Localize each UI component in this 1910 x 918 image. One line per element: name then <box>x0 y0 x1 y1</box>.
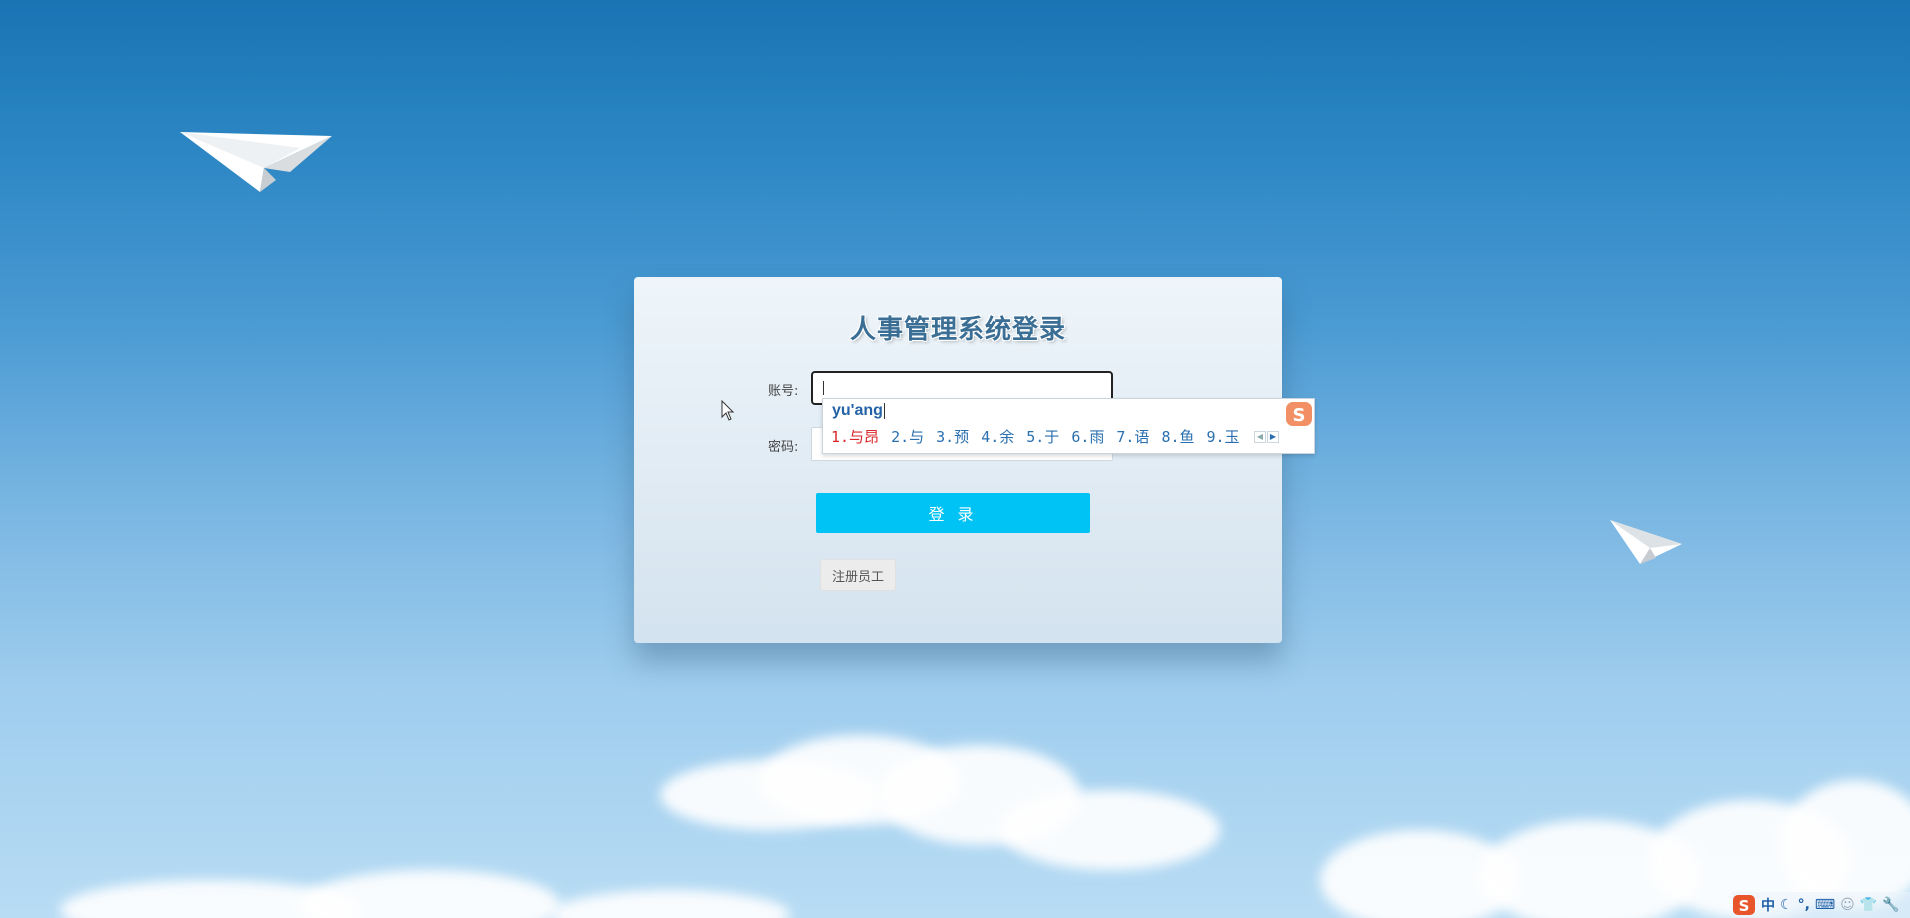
sogou-status-logo-icon[interactable]: S <box>1732 893 1756 917</box>
ime-candidate-list: 1.与昂 2.与 3.预 4.余 5.于 6.雨 7.语 8.鱼 9.玉 <box>831 426 1240 447</box>
password-label: 密码: <box>768 440 799 455</box>
text-caret <box>823 381 824 395</box>
mouse-pointer-icon <box>721 400 735 421</box>
paper-plane-large-icon <box>180 132 332 192</box>
login-page: 人事管理系统登录 账号: 密码: 登 录 注册员工 yu'ang 1.与昂 2.… <box>0 0 1910 918</box>
sogou-status-logo-letter: S <box>1739 897 1750 915</box>
ime-candidate[interactable]: 8.鱼 <box>1161 426 1194 447</box>
ime-composition-text: yu'ang <box>832 402 883 419</box>
account-label: 账号: <box>768 384 799 399</box>
ime-pager: ◀ ▶ <box>1254 431 1279 443</box>
tools-icon[interactable]: 🔧 <box>1882 897 1899 913</box>
ime-candidate[interactable]: 4.余 <box>981 426 1014 447</box>
user-icon[interactable]: ☺ <box>1840 897 1855 913</box>
ime-candidate-window: yu'ang 1.与昂 2.与 3.预 4.余 5.于 6.雨 7.语 8.鱼 … <box>822 398 1315 454</box>
ime-candidate[interactable]: 9.玉 <box>1207 426 1240 447</box>
skin-icon[interactable]: 👕 <box>1860 897 1877 913</box>
keyboard-icon[interactable]: ⌨ <box>1815 897 1835 913</box>
ime-candidate[interactable]: 1.与昂 <box>831 426 879 447</box>
sogou-logo-icon: S <box>1286 402 1312 426</box>
sogou-logo-letter: S <box>1293 405 1306 426</box>
moon-icon[interactable]: ☾ <box>1780 897 1793 913</box>
ime-caret <box>883 402 885 419</box>
paper-plane-small-icon <box>1610 520 1682 564</box>
ime-candidate[interactable]: 7.语 <box>1116 426 1149 447</box>
login-panel: 人事管理系统登录 账号: 密码: 登 录 注册员工 <box>634 277 1282 643</box>
punctuation-icon[interactable]: °, <box>1798 897 1810 913</box>
triangle-right-icon[interactable]: ▶ <box>1267 431 1279 443</box>
page-title: 人事管理系统登录 <box>849 315 1066 345</box>
ime-status-bar: S 中 ☾ °, ⌨ ☺ 👕 🔧 <box>1732 892 1910 918</box>
ime-composition: yu'ang <box>832 402 885 420</box>
login-button[interactable]: 登 录 <box>816 493 1090 533</box>
ime-candidate[interactable]: 6.雨 <box>1071 426 1104 447</box>
ime-candidate[interactable]: 3.预 <box>936 426 969 447</box>
ime-candidate[interactable]: 5.于 <box>1026 426 1059 447</box>
register-employee-button[interactable]: 注册员工 <box>820 559 896 591</box>
ime-candidate[interactable]: 2.与 <box>891 426 924 447</box>
triangle-left-icon[interactable]: ◀ <box>1254 431 1266 443</box>
chinese-mode-toggle[interactable]: 中 <box>1761 895 1775 915</box>
